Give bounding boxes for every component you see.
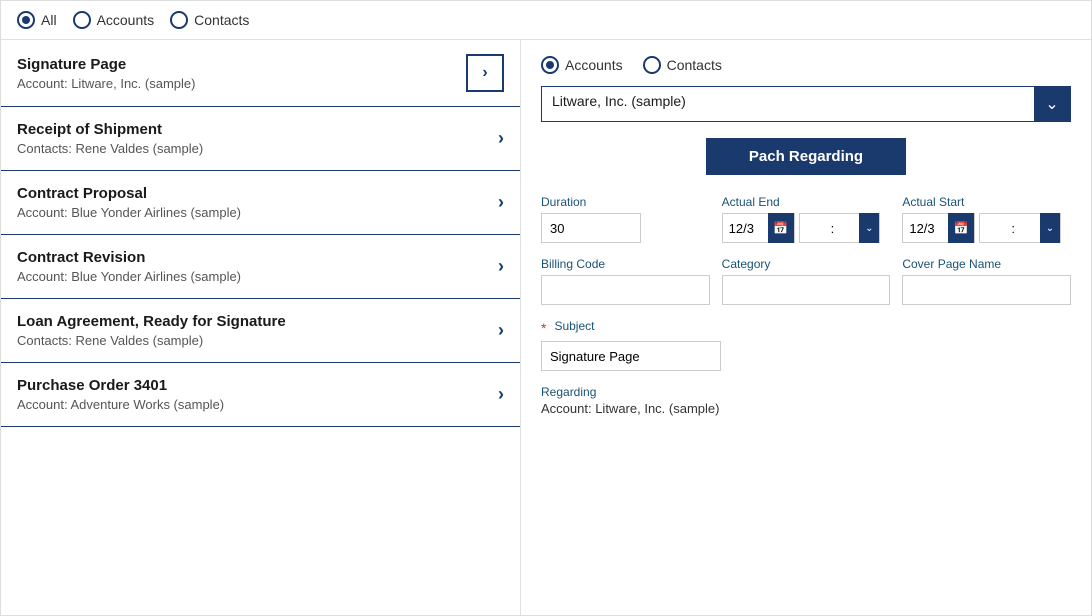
list-item-text-4: Loan Agreement, Ready for Signature Conta…	[17, 313, 286, 348]
subject-input[interactable]	[541, 341, 721, 371]
actual-start-time-part: : ⌄	[979, 213, 1061, 243]
actual-end-time-part: : ⌄	[799, 213, 881, 243]
patch-regarding-button[interactable]: Pach Regarding	[706, 138, 906, 175]
cover-page-name-input[interactable]	[902, 275, 1071, 305]
actual-end-calendar-icon[interactable]: 📅	[768, 213, 794, 243]
top-radio-accounts-circle	[73, 11, 91, 29]
actual-end-date-group: 📅 : ⌄	[722, 213, 891, 243]
regarding-section: Regarding Account: Litware, Inc. (sample…	[541, 385, 1071, 416]
right-radio-row: Accounts Contacts	[541, 56, 1071, 74]
list-item-title-0: Signature Page	[17, 56, 195, 73]
category-input[interactable]	[722, 275, 891, 305]
list-item-title-2: Contract Proposal	[17, 185, 241, 202]
form-group-actual-start: Actual Start 📅 : ⌄	[902, 195, 1071, 243]
actual-end-date-input[interactable]	[723, 216, 768, 241]
actual-start-time-min[interactable]	[1016, 216, 1040, 241]
list-item-subtitle-4: Contacts: Rene Valdes (sample)	[17, 333, 286, 348]
list-item-subtitle-2: Account: Blue Yonder Airlines (sample)	[17, 205, 241, 220]
main-container: All Accounts Contacts Signature Page Acco…	[0, 0, 1092, 616]
form-group-cover-page-name: Cover Page Name	[902, 257, 1071, 305]
form-group-billing-code: Billing Code	[541, 257, 710, 305]
chevron-right-1: ›	[498, 128, 504, 149]
list-item-title-3: Contract Revision	[17, 249, 241, 266]
form-row-2: Billing Code Category Cover Page Name	[541, 257, 1071, 305]
right-radio-contacts-circle	[643, 56, 661, 74]
list-item-title-4: Loan Agreement, Ready for Signature	[17, 313, 286, 330]
actual-end-time-arrow[interactable]: ⌄	[859, 213, 879, 243]
list-item-text-2: Contract Proposal Account: Blue Yonder Ai…	[17, 185, 241, 220]
cover-page-name-label: Cover Page Name	[902, 257, 1071, 271]
chevron-box-0[interactable]: ›	[466, 54, 504, 92]
list-item-subtitle-1: Contacts: Rene Valdes (sample)	[17, 141, 203, 156]
form-group-duration: Duration	[541, 195, 710, 243]
actual-start-date-group: 📅 : ⌄	[902, 213, 1071, 243]
top-filter-bar: All Accounts Contacts	[1, 1, 1091, 40]
list-item-0[interactable]: Signature Page Account: Litware, Inc. (sa…	[1, 40, 520, 107]
top-radio-accounts[interactable]: Accounts	[73, 11, 155, 29]
right-radio-accounts-label: Accounts	[565, 57, 623, 73]
list-item-1[interactable]: Receipt of Shipment Contacts: Rene Valdes…	[1, 107, 520, 171]
chevron-right-5: ›	[498, 384, 504, 405]
left-panel: Signature Page Account: Litware, Inc. (sa…	[1, 40, 521, 615]
top-radio-contacts-circle	[170, 11, 188, 29]
billing-code-input[interactable]	[541, 275, 710, 305]
form-row-1: Duration Actual End 📅 :	[541, 195, 1071, 243]
right-radio-contacts-label: Contacts	[667, 57, 722, 73]
top-radio-contacts-label: Contacts	[194, 12, 249, 28]
actual-end-time-hour[interactable]	[800, 216, 830, 241]
actual-start-time-hour[interactable]	[980, 216, 1010, 241]
list-item-subtitle-3: Account: Blue Yonder Airlines (sample)	[17, 269, 241, 284]
account-dropdown-arrow[interactable]: ⌄	[1034, 87, 1070, 121]
actual-end-label: Actual End	[722, 195, 891, 209]
actual-end-time-min[interactable]	[835, 216, 859, 241]
right-top: Accounts Contacts Litware, Inc. (sample)…	[541, 56, 1071, 122]
category-label: Category	[722, 257, 891, 271]
actual-start-date-input[interactable]	[903, 216, 948, 241]
right-radio-accounts[interactable]: Accounts	[541, 56, 623, 74]
list-item-text-3: Contract Revision Account: Blue Yonder Ai…	[17, 249, 241, 284]
actual-start-calendar-icon[interactable]: 📅	[948, 213, 974, 243]
list-item-title-5: Purchase Order 3401	[17, 377, 224, 394]
right-radio-accounts-circle	[541, 56, 559, 74]
top-radio-all-label: All	[41, 12, 57, 28]
regarding-value: Account: Litware, Inc. (sample)	[541, 401, 1071, 416]
billing-code-label: Billing Code	[541, 257, 710, 271]
list-item-title-1: Receipt of Shipment	[17, 121, 203, 138]
duration-label: Duration	[541, 195, 710, 209]
subject-required-star: *	[541, 320, 546, 336]
form-row-subject: * Subject	[541, 319, 1071, 371]
top-radio-contacts[interactable]: Contacts	[170, 11, 249, 29]
top-radio-all-circle	[17, 11, 35, 29]
top-radio-accounts-label: Accounts	[97, 12, 155, 28]
account-dropdown-text: Litware, Inc. (sample)	[542, 87, 1035, 121]
list-item-subtitle-5: Account: Adventure Works (sample)	[17, 397, 224, 412]
list-item-4[interactable]: Loan Agreement, Ready for Signature Conta…	[1, 299, 520, 363]
chevron-right-4: ›	[498, 320, 504, 341]
form-group-category: Category	[722, 257, 891, 305]
actual-start-date-field: 📅	[902, 213, 975, 243]
list-item-3[interactable]: Contract Revision Account: Blue Yonder Ai…	[1, 235, 520, 299]
top-radio-all[interactable]: All	[17, 11, 57, 29]
content-area: Signature Page Account: Litware, Inc. (sa…	[1, 40, 1091, 615]
chevron-right-2: ›	[498, 192, 504, 213]
list-item-text-5: Purchase Order 3401 Account: Adventure Wo…	[17, 377, 224, 412]
account-dropdown[interactable]: Litware, Inc. (sample) ⌄	[541, 86, 1071, 122]
form-group-actual-end: Actual End 📅 : ⌄	[722, 195, 891, 243]
subject-label: Subject	[554, 319, 594, 333]
list-item-text-0: Signature Page Account: Litware, Inc. (sa…	[17, 56, 195, 91]
list-item-5[interactable]: Purchase Order 3401 Account: Adventure Wo…	[1, 363, 520, 427]
right-panel: Accounts Contacts Litware, Inc. (sample)…	[521, 40, 1091, 615]
list-item-text-1: Receipt of Shipment Contacts: Rene Valdes…	[17, 121, 203, 156]
actual-end-date-field: 📅	[722, 213, 795, 243]
chevron-right-3: ›	[498, 256, 504, 277]
list-item-2[interactable]: Contract Proposal Account: Blue Yonder Ai…	[1, 171, 520, 235]
right-radio-contacts[interactable]: Contacts	[643, 56, 722, 74]
form-group-subject: * Subject	[541, 319, 1071, 371]
top-radio-group: All Accounts Contacts	[17, 11, 249, 29]
regarding-label: Regarding	[541, 385, 1071, 399]
duration-input[interactable]	[541, 213, 641, 243]
list-item-subtitle-0: Account: Litware, Inc. (sample)	[17, 76, 195, 91]
actual-start-label: Actual Start	[902, 195, 1071, 209]
actual-start-time-arrow[interactable]: ⌄	[1040, 213, 1060, 243]
